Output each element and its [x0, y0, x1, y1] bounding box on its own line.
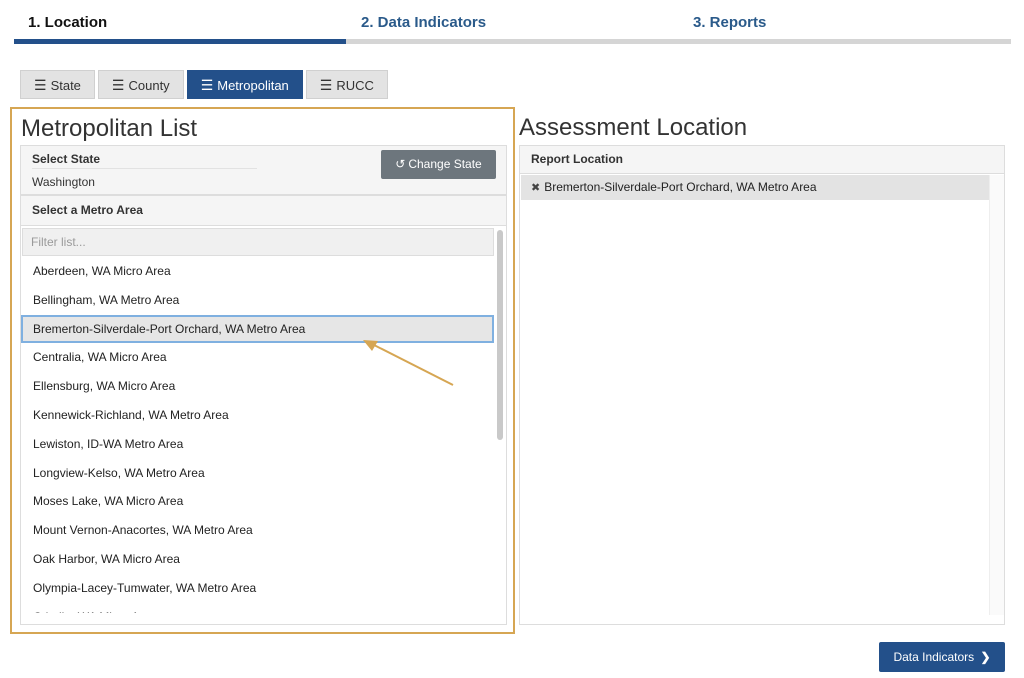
location-type-tabs: ☰ State ☰ County ☰ Metropolitan ☰ RUCC [20, 70, 388, 99]
menu-icon: ☰ [319, 77, 333, 93]
filter-list-input[interactable] [22, 228, 494, 256]
list-item[interactable]: Othello, WA Micro Area [21, 603, 494, 613]
list-item[interactable]: Bellingham, WA Metro Area [21, 286, 494, 315]
list-item[interactable]: Lewiston, ID-WA Metro Area [21, 430, 494, 459]
menu-icon: ☰ [200, 77, 214, 93]
metro-label-row: Select a Metro Area [21, 196, 506, 226]
step-progress-active [14, 39, 346, 44]
menu-icon: ☰ [34, 77, 47, 93]
list-item[interactable]: Kennewick-Richland, WA Metro Area [21, 401, 494, 430]
list-scrollbar[interactable] [495, 228, 505, 613]
step-progress-track [346, 39, 1011, 44]
list-item[interactable]: Oak Harbor, WA Micro Area [21, 545, 494, 574]
tab-county[interactable]: ☰ County [97, 70, 184, 99]
assessment-location-title: Assessment Location [519, 114, 748, 141]
list-item[interactable]: Longview-Kelso, WA Metro Area [21, 459, 494, 488]
chevron-right-icon: ❯ [980, 650, 991, 664]
report-location-header: Report Location [520, 146, 1004, 174]
menu-icon: ☰ [111, 77, 125, 93]
selected-location-item: ✖ Bremerton-Silverdale-Port Orchard, WA M… [521, 175, 991, 200]
step-location[interactable]: 1. Location [28, 14, 107, 31]
tab-state[interactable]: ☰ State [20, 70, 95, 99]
report-location-label: Report Location [531, 152, 623, 166]
metropolitan-list-panel: Metropolitan List Select State Washingto… [10, 107, 515, 634]
state-value: Washington [32, 175, 95, 189]
list-item[interactable]: Ellensburg, WA Micro Area [21, 372, 494, 401]
divider [32, 168, 257, 169]
list-item[interactable]: Olympia-Lacey-Tumwater, WA Metro Area [21, 574, 494, 603]
metro-area-list: Aberdeen, WA Micro Area Bellingham, WA M… [21, 257, 494, 613]
select-metro-label: Select a Metro Area [32, 203, 143, 217]
list-item[interactable]: Aberdeen, WA Micro Area [21, 257, 494, 286]
metropolitan-list-title: Metropolitan List [21, 115, 198, 142]
scrollbar-thumb[interactable] [497, 230, 503, 440]
list-item-selected[interactable]: Bremerton-Silverdale-Port Orchard, WA Me… [21, 314, 494, 344]
select-state-label: Select State [32, 152, 101, 166]
data-indicators-button[interactable]: Data Indicators ❯ [879, 642, 1005, 672]
list-item[interactable]: Mount Vernon-Anacortes, WA Metro Area [21, 516, 494, 545]
tab-rucc[interactable]: ☰ RUCC [305, 70, 388, 99]
remove-icon[interactable]: ✖ [531, 182, 540, 194]
progress-steps: 1. Location 2. Data Indicators 3. Report… [14, 0, 1011, 44]
change-state-button[interactable]: ↺ Change State [381, 150, 496, 179]
report-location-panel: Report Location ✖ Bremerton-Silverdale-Po… [519, 145, 1005, 625]
list-item[interactable]: Centralia, WA Micro Area [21, 343, 494, 372]
report-scrollbar[interactable] [989, 175, 1004, 615]
list-item[interactable]: Moses Lake, WA Micro Area [21, 487, 494, 516]
tab-metropolitan[interactable]: ☰ Metropolitan [186, 70, 303, 99]
select-state-box: Select State Washington ↺ Change State [20, 145, 507, 195]
metro-area-box: Select a Metro Area Aberdeen, WA Micro A… [20, 195, 507, 625]
undo-icon: ↺ [395, 157, 406, 171]
step-data-indicators[interactable]: 2. Data Indicators [361, 14, 486, 31]
step-reports[interactable]: 3. Reports [693, 14, 766, 31]
